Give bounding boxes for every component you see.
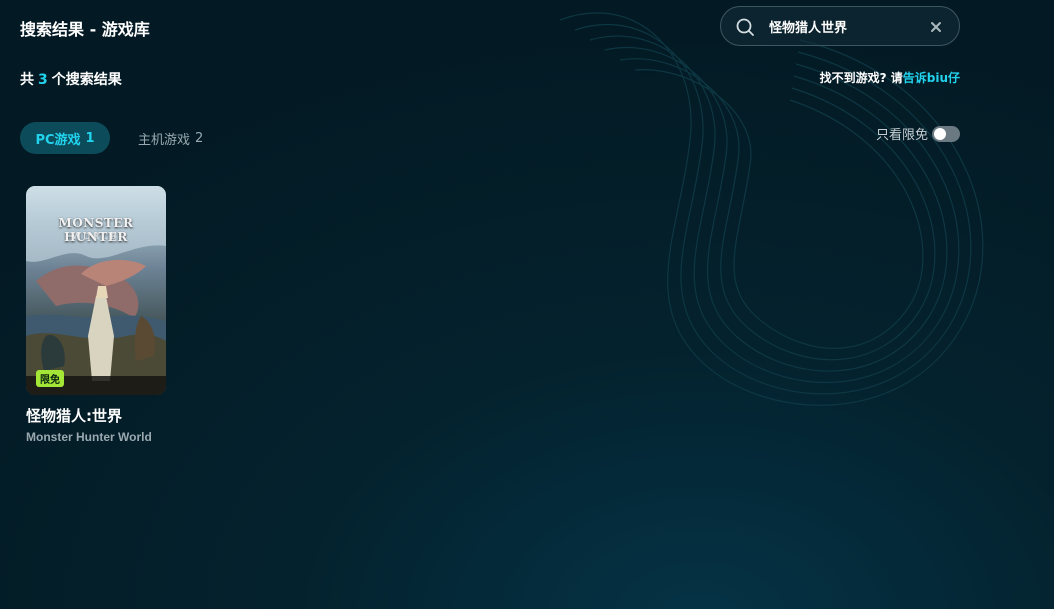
tab-pc-games[interactable]: PC游戏 1 xyxy=(20,122,110,154)
tab-pc-label: PC游戏 xyxy=(35,132,81,148)
game-subtitle: Monster Hunter World xyxy=(26,430,152,444)
game-card[interactable]: MONSTER HUNTER WORLD 限免 怪物猎人:世界 Monster … xyxy=(26,186,166,444)
toggle-knob xyxy=(934,127,946,140)
feedback-text: 找不到游戏? 请 xyxy=(819,71,903,85)
tab-console-label: 主机游戏 xyxy=(138,132,191,148)
result-count-number: 3 xyxy=(38,72,48,88)
search-box[interactable] xyxy=(720,6,960,46)
free-badge: 限免 xyxy=(36,370,64,387)
page-title: 搜索结果 - 游戏库 xyxy=(20,20,150,39)
search-input[interactable] xyxy=(769,16,919,36)
close-icon[interactable] xyxy=(927,18,945,36)
feedback-prompt: 找不到游戏? 请告诉biu仔 xyxy=(820,69,960,86)
game-title: 怪物猎人:世界 xyxy=(26,407,122,425)
free-only-toggle[interactable] xyxy=(932,125,960,142)
result-count-suffix: 个搜索结果 xyxy=(51,72,122,88)
search-icon[interactable] xyxy=(735,17,755,37)
free-only-filter: 只看限免 xyxy=(876,124,960,143)
game-cover: MONSTER HUNTER WORLD 限免 xyxy=(26,186,166,395)
tab-console-count: 2 xyxy=(195,130,204,146)
result-count: 共 3 个搜索结果 xyxy=(20,69,122,89)
feedback-link[interactable]: 告诉biu仔 xyxy=(903,71,960,85)
tab-pc-count: 1 xyxy=(85,130,95,146)
cover-logo-subtext: WORLD xyxy=(72,232,120,241)
tab-console-games[interactable]: 主机游戏 2 xyxy=(138,122,203,154)
free-only-label: 只看限免 xyxy=(875,128,928,143)
result-count-prefix: 共 xyxy=(20,72,34,88)
